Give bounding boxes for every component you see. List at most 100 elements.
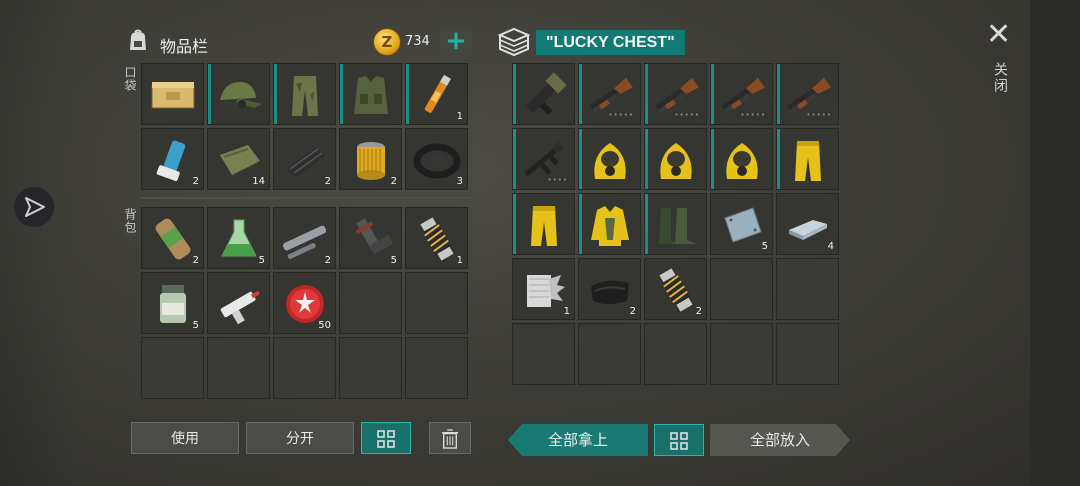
metal-pipe-icon <box>283 225 327 259</box>
item-count: 2 <box>629 306 636 317</box>
item-count: 2 <box>390 176 397 187</box>
hazmat-hood-icon <box>660 143 692 179</box>
backpack-slot[interactable]: 5 <box>141 272 204 334</box>
chest-icon <box>497 25 531 61</box>
pipe-fitting-icon <box>355 218 394 255</box>
backpack-empty-slot[interactable] <box>273 337 336 399</box>
close-icon[interactable]: ✕ <box>986 20 1011 50</box>
backpack-icon <box>125 28 151 58</box>
chest-slot[interactable]: 1 <box>512 258 575 320</box>
chest-empty-slot[interactable] <box>710 323 773 385</box>
left-shade <box>0 0 80 486</box>
backpack-grid: 2 5 2 5 1 5 50 <box>141 207 468 399</box>
put-all-button[interactable]: 全部放入 <box>710 424 850 456</box>
chest-slot[interactable] <box>512 63 575 125</box>
fabric-roll-icon <box>286 147 326 177</box>
equipped-marker <box>513 194 516 254</box>
chest-slot[interactable] <box>512 193 575 255</box>
chest-empty-slot[interactable] <box>578 323 641 385</box>
pocket-slot[interactable]: 14 <box>207 128 270 190</box>
military-cap-icon <box>220 82 262 108</box>
chest-slot[interactable]: ••••• <box>578 63 641 125</box>
equipped-marker <box>645 194 648 254</box>
pocket-slot[interactable]: 2 <box>273 128 336 190</box>
bandage-roll-icon <box>155 218 191 260</box>
chest-slot[interactable]: 2 <box>644 258 707 320</box>
chest-name: "LUCKY CHEST" <box>536 30 685 55</box>
chest-slot[interactable] <box>644 193 707 255</box>
chest-slot[interactable]: ••••• <box>644 63 707 125</box>
chest-slot[interactable]: ••••• <box>710 63 773 125</box>
backpack-empty-slot[interactable] <box>405 272 468 334</box>
pocket-slot[interactable] <box>339 63 402 125</box>
add-coins-button[interactable]: + <box>440 28 472 54</box>
pocket-slot[interactable]: 2 <box>339 128 402 190</box>
backpack-slot[interactable]: 1 <box>405 207 468 269</box>
backpack-empty-slot[interactable] <box>207 337 270 399</box>
split-button[interactable]: 分开 <box>246 422 354 454</box>
pocket-slot[interactable]: 3 <box>405 128 468 190</box>
item-count: 2 <box>192 176 199 187</box>
backpack-slot[interactable]: 5 <box>207 207 270 269</box>
sort-inventory-button[interactable] <box>361 422 411 454</box>
equipped-marker <box>645 64 648 124</box>
use-button[interactable]: 使用 <box>131 422 239 454</box>
chest-empty-slot[interactable] <box>644 323 707 385</box>
backpack-slot[interactable] <box>207 272 270 334</box>
chest-empty-slot[interactable] <box>512 323 575 385</box>
backpack-empty-slot[interactable] <box>339 337 402 399</box>
pocket-slot[interactable] <box>141 63 204 125</box>
syringe-gun-icon <box>220 290 260 325</box>
grenade-launcher-icon <box>525 72 567 115</box>
vial-icon <box>424 74 451 113</box>
pocket-slot[interactable] <box>273 63 336 125</box>
chest-slot[interactable]: ••••• <box>776 63 839 125</box>
coin-balance: 734 <box>405 34 430 49</box>
item-count: 3 <box>456 176 463 187</box>
delete-button[interactable] <box>429 422 471 454</box>
backpack-empty-slot[interactable] <box>141 337 204 399</box>
ammo-dots: ••••• <box>740 111 766 119</box>
chest-empty-slot[interactable] <box>710 258 773 320</box>
coin-icon: Z <box>373 28 401 56</box>
backpack-empty-slot[interactable] <box>405 337 468 399</box>
steel-wool-icon <box>527 275 565 307</box>
backpack-slot[interactable]: 2 <box>141 207 204 269</box>
rubber-boots-icon <box>659 208 697 244</box>
ammo-box-icon <box>151 82 195 109</box>
take-all-button[interactable]: 全部拿上 <box>508 424 648 456</box>
equipped-marker <box>513 129 516 189</box>
item-count: 1 <box>456 111 463 122</box>
chest-slot[interactable]: •••• <box>512 128 575 190</box>
navigation-button[interactable] <box>13 186 55 228</box>
chest-slot[interactable] <box>644 128 707 190</box>
spring-coil-icon <box>659 268 693 312</box>
chest-empty-slot[interactable] <box>776 323 839 385</box>
backpack-slot[interactable]: 5 <box>339 207 402 269</box>
plus-icon: + <box>445 26 467 56</box>
backpack-slot[interactable]: 2 <box>273 207 336 269</box>
chest-slot[interactable] <box>578 128 641 190</box>
backpack-slot[interactable]: 50 <box>273 272 336 334</box>
pocket-slot[interactable]: 1 <box>405 63 468 125</box>
sort-chest-button[interactable] <box>654 424 704 456</box>
spring-coil-icon <box>420 217 454 261</box>
equipped-marker <box>579 194 582 254</box>
pocket-slot[interactable]: 2 <box>141 128 204 190</box>
camo-pants-icon <box>292 76 318 116</box>
chest-slot[interactable]: 2 <box>578 258 641 320</box>
chest-empty-slot[interactable] <box>776 258 839 320</box>
pockets-label: 口袋 <box>123 66 137 92</box>
backpack-label: 背包 <box>123 208 137 234</box>
ammo-dots: ••••• <box>674 111 700 119</box>
close-label[interactable]: 关闭 <box>990 62 1010 94</box>
backpack-empty-slot[interactable] <box>339 272 402 334</box>
equipped-marker <box>274 64 277 124</box>
pocket-slot[interactable] <box>207 63 270 125</box>
chest-slot[interactable]: 4 <box>776 193 839 255</box>
chest-grid-viewport[interactable]: ••••• ••••• ••••• ••••• •••• 5 4 1 2 2 <box>512 63 845 403</box>
chest-slot[interactable]: 5 <box>710 193 773 255</box>
chest-slot[interactable] <box>578 193 641 255</box>
chest-slot[interactable] <box>710 128 773 190</box>
chest-slot[interactable] <box>776 128 839 190</box>
